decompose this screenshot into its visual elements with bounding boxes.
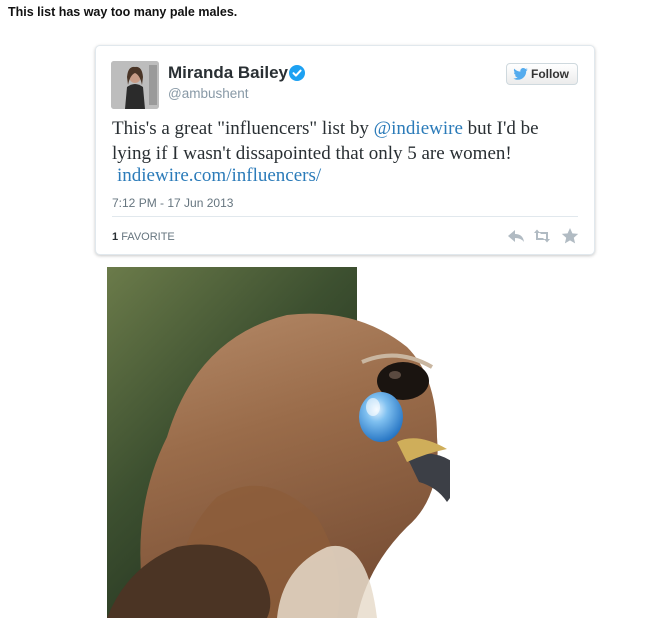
tweet-text-start: This's a great "influencers" list by (112, 118, 374, 139)
tweet-url-link[interactable]: indiewire.com/influencers/ (117, 165, 321, 187)
favorite-star-icon[interactable] (560, 227, 580, 245)
tweet-text: This's a great "influencers" list by @in… (112, 116, 572, 166)
embedded-tweet: Miranda Bailey @ambushent Follow This's … (95, 45, 595, 255)
divider (112, 216, 578, 217)
twitter-bird-icon (513, 68, 528, 80)
favorites-number: 1 (112, 231, 119, 243)
favorites-label: FAVORITE (121, 231, 175, 243)
follow-label: Follow (531, 67, 569, 81)
verified-badge-icon (289, 65, 305, 81)
favorites-count[interactable]: 1 FAVORITE (112, 231, 175, 243)
author-name[interactable]: Miranda Bailey (168, 63, 288, 83)
reply-icon[interactable] (506, 227, 526, 245)
avatar[interactable] (111, 61, 159, 109)
hawk-photo (107, 267, 450, 618)
mention-link[interactable]: @indiewire (374, 118, 463, 139)
author-handle[interactable]: @ambushent (168, 86, 249, 101)
retweet-icon[interactable] (532, 227, 552, 245)
follow-button[interactable]: Follow (506, 63, 578, 85)
post-title: This list has way too many pale males. (8, 5, 238, 19)
tweet-timestamp[interactable]: 7:12 PM - 17 Jun 2013 (112, 196, 233, 210)
